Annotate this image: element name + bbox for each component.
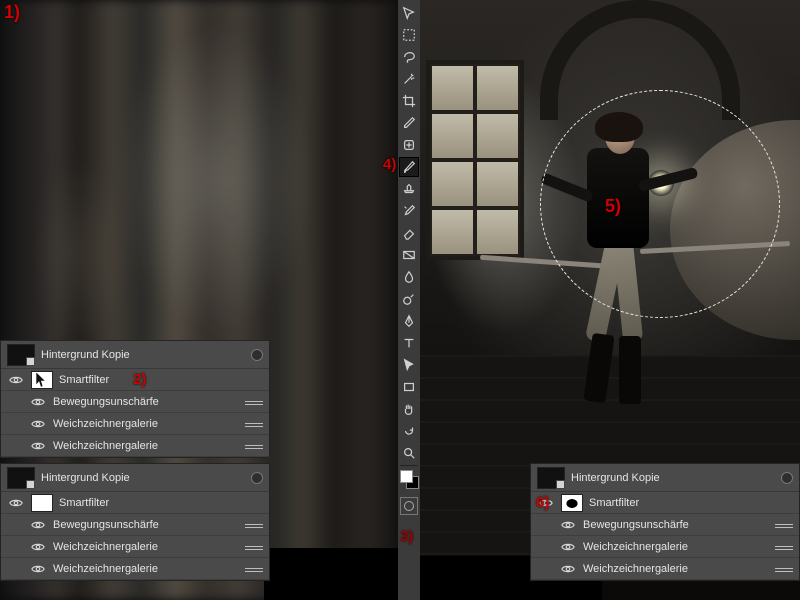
canvas-matte (264, 548, 398, 600)
smartfilter-row[interactable]: Smartfilter (531, 492, 799, 514)
filter-blend-options-icon[interactable] (245, 542, 263, 552)
layer-row[interactable]: Hintergrund Kopie (1, 341, 269, 369)
filter-name: Weichzeichnergalerie (583, 563, 688, 575)
filter-mask-thumbnail[interactable] (31, 371, 53, 389)
toolbar-separator (400, 465, 418, 466)
layer-visibility-indicator[interactable] (781, 472, 793, 484)
magic-wand-tool[interactable] (399, 69, 419, 89)
layer-row[interactable]: Hintergrund Kopie (1, 464, 269, 492)
lasso-tool[interactable] (399, 47, 419, 67)
smartfilter-row[interactable]: Smartfilter (1, 369, 269, 391)
layer-name: Hintergrund Kopie (41, 349, 130, 361)
layer-thumbnail[interactable] (7, 344, 35, 366)
path-selection-tool[interactable] (399, 355, 419, 375)
layer-thumbnail[interactable] (7, 467, 35, 489)
layers-panel-left-bottom: Hintergrund Kopie Smartfilter Bewegungsu… (0, 463, 270, 581)
filter-blend-options-icon[interactable] (245, 564, 263, 574)
quick-mask-toggle[interactable] (400, 497, 418, 515)
filter-blend-options-icon[interactable] (775, 542, 793, 552)
filter-row[interactable]: Bewegungsunschärfe (1, 514, 269, 536)
layer-visibility-indicator[interactable] (251, 472, 263, 484)
type-tool[interactable] (399, 333, 419, 353)
smartfilter-label: Smartfilter (589, 497, 639, 509)
zoom-tool[interactable] (399, 443, 419, 463)
smart-object-badge-icon (26, 480, 35, 489)
filter-blend-options-icon[interactable] (245, 397, 263, 407)
scene-tank (670, 120, 800, 340)
filter-blend-options-icon[interactable] (245, 419, 263, 429)
history-brush-tool[interactable] (399, 201, 419, 221)
hand-tool[interactable] (399, 399, 419, 419)
scene-model (570, 118, 665, 408)
color-swatches[interactable] (399, 469, 419, 493)
tools-toolbar (398, 0, 420, 600)
marquee-tool[interactable] (399, 25, 419, 45)
visibility-eye-icon[interactable] (539, 496, 553, 510)
filter-name: Weichzeichnergalerie (53, 440, 158, 452)
smart-object-badge-icon (556, 480, 565, 489)
visibility-eye-icon[interactable] (31, 562, 45, 576)
filter-blend-options-icon[interactable] (245, 520, 263, 530)
filter-blend-options-icon[interactable] (775, 520, 793, 530)
crop-tool[interactable] (399, 91, 419, 111)
smart-object-badge-icon (26, 357, 35, 366)
brush-tool[interactable] (399, 157, 419, 177)
smartfilter-label: Smartfilter (59, 374, 109, 386)
filter-name: Bewegungsunschärfe (53, 519, 159, 531)
move-tool[interactable] (399, 3, 419, 23)
filter-blend-options-icon[interactable] (245, 441, 263, 451)
filter-blend-options-icon[interactable] (775, 564, 793, 574)
filter-name: Bewegungsunschärfe (583, 519, 689, 531)
filter-name: Bewegungsunschärfe (53, 396, 159, 408)
filter-row[interactable]: Bewegungsunschärfe (531, 514, 799, 536)
layer-row[interactable]: Hintergrund Kopie (531, 464, 799, 492)
filter-name: Weichzeichnergalerie (53, 418, 158, 430)
filter-row[interactable]: Weichzeichnergalerie (531, 536, 799, 558)
filter-row[interactable]: Weichzeichnergalerie (1, 435, 269, 457)
filter-row[interactable]: Weichzeichnergalerie (1, 558, 269, 580)
visibility-eye-icon[interactable] (31, 417, 45, 431)
visibility-eye-icon[interactable] (31, 395, 45, 409)
filter-name: Weichzeichnergalerie (583, 541, 688, 553)
foreground-color-swatch[interactable] (400, 470, 413, 483)
filter-row[interactable]: Bewegungsunschärfe (1, 391, 269, 413)
filter-row[interactable]: Weichzeichnergalerie (531, 558, 799, 580)
visibility-eye-icon[interactable] (561, 518, 575, 532)
blur-tool[interactable] (399, 267, 419, 287)
layers-panel-right: Hintergrund Kopie Smartfilter Bewegungsu… (530, 463, 800, 581)
filter-mask-thumbnail[interactable] (31, 494, 53, 512)
eraser-tool[interactable] (399, 223, 419, 243)
clone-stamp-tool[interactable] (399, 179, 419, 199)
smartfilter-label: Smartfilter (59, 497, 109, 509)
layer-name: Hintergrund Kopie (571, 472, 660, 484)
visibility-eye-icon[interactable] (9, 496, 23, 510)
scene-arch (540, 0, 740, 120)
scene-window (426, 60, 524, 260)
gradient-tool[interactable] (399, 245, 419, 265)
healing-brush-tool[interactable] (399, 135, 419, 155)
visibility-eye-icon[interactable] (561, 540, 575, 554)
visibility-eye-icon[interactable] (9, 373, 23, 387)
filter-mask-thumbnail[interactable] (561, 494, 583, 512)
pen-tool[interactable] (399, 311, 419, 331)
visibility-eye-icon[interactable] (31, 518, 45, 532)
layer-name: Hintergrund Kopie (41, 472, 130, 484)
layers-panel-left-top: Hintergrund Kopie Smartfilter Bewegungsu… (0, 340, 270, 458)
layer-visibility-indicator[interactable] (251, 349, 263, 361)
filter-name: Weichzeichnergalerie (53, 563, 158, 575)
dodge-tool[interactable] (399, 289, 419, 309)
visibility-eye-icon[interactable] (561, 562, 575, 576)
rotate-view-tool[interactable] (399, 421, 419, 441)
eyedropper-tool[interactable] (399, 113, 419, 133)
smartfilter-row[interactable]: Smartfilter (1, 492, 269, 514)
filter-name: Weichzeichnergalerie (53, 541, 158, 553)
rectangle-shape-tool[interactable] (399, 377, 419, 397)
layer-thumbnail[interactable] (537, 467, 565, 489)
visibility-eye-icon[interactable] (31, 540, 45, 554)
filter-row[interactable]: Weichzeichnergalerie (1, 536, 269, 558)
filter-row[interactable]: Weichzeichnergalerie (1, 413, 269, 435)
visibility-eye-icon[interactable] (31, 439, 45, 453)
